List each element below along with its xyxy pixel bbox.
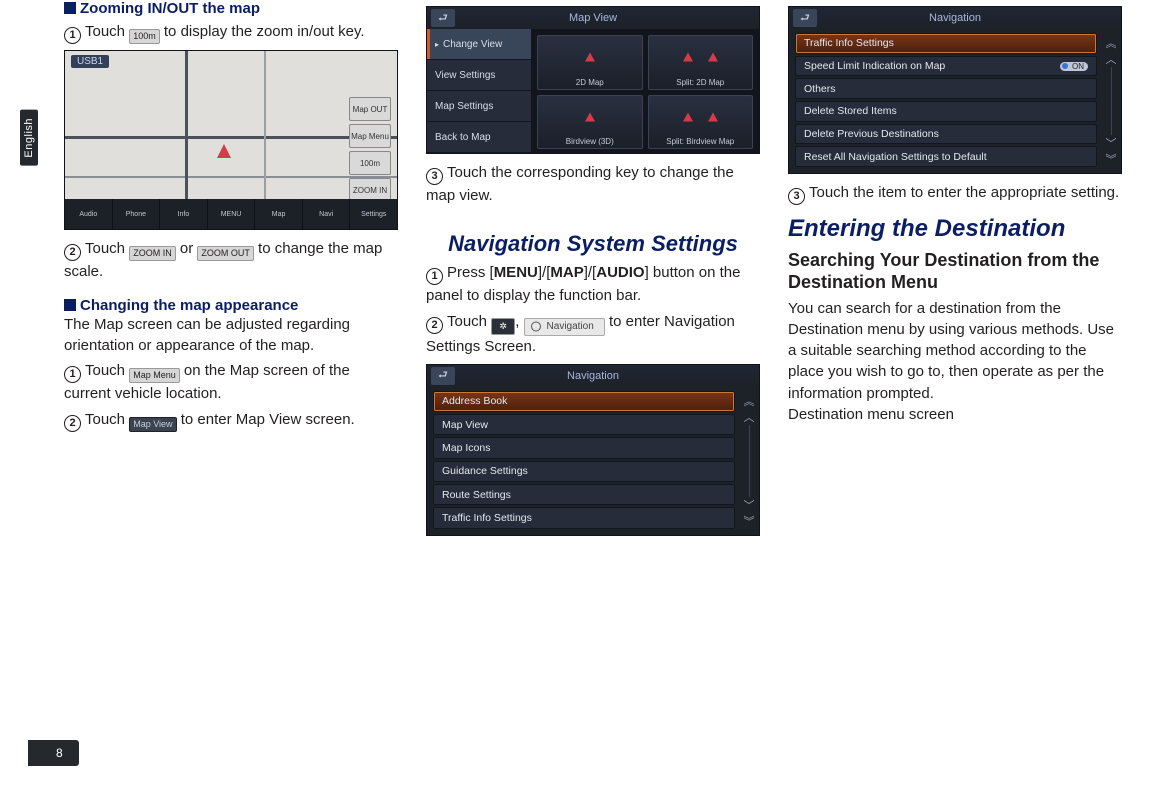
scroll-bottom-icon[interactable]: ︾ [744,513,755,529]
figure-nav-list-2: ⮐ Navigation Traffic Info Settings Speed … [788,6,1122,174]
subsection-title: Searching Your Destination from the Dest… [788,249,1122,294]
figure-map-screen: USB1 Map OUT Map Menu 100m ZOOM IN Audio… [64,50,398,230]
vehicle-marker-icon [217,144,231,158]
zoom-in-chip[interactable]: ZOOM IN [129,246,176,261]
step-c3: 3Touch the corresponding key to change t… [426,162,760,207]
item-others[interactable]: Others [795,78,1097,99]
navigation-chip[interactable]: Navigation [524,318,605,336]
map-menu-button[interactable]: Map Menu [349,124,391,148]
step-number-2-icon: 2 [64,415,81,432]
scroll-down-icon[interactable]: ﹀ [1106,135,1117,151]
screen-title: Navigation [929,12,981,24]
dest-body: You can search for a destination from th… [788,298,1122,404]
column-mid: ⮐ Map View ▸Change View View Settings Map… [426,0,760,544]
scroll-down-icon[interactable]: ﹀ [744,497,755,513]
step-number-1-icon: 1 [64,366,81,383]
scrollbar[interactable]: ︽︿ ﹀︾ [1101,29,1121,173]
scroll-top-icon[interactable]: ︽ [744,393,755,409]
screen-title: Navigation [567,370,619,382]
column-left: Zooming IN/OUT the map 1Touch 100m to di… [64,0,398,544]
item-map-view[interactable]: Map View [433,414,735,435]
map-view-chip[interactable]: Map View [129,417,176,432]
back-button[interactable]: ⮐ [431,367,455,385]
square-bullet-icon [64,2,76,14]
map-menu-chip[interactable]: Map Menu [129,368,180,383]
menu-map-settings[interactable]: Map Settings [427,91,531,122]
scroll-up-icon[interactable]: ︿ [1106,51,1117,67]
step-a2: 2Touch Map View to enter Map View screen… [64,409,398,432]
fn-info[interactable]: Info [160,199,207,229]
scroll-bottom-icon[interactable]: ︾ [1106,151,1117,167]
item-traffic-info[interactable]: Traffic Info Settings [433,507,735,528]
figure-nav-list-1: ⮐ Navigation Address Book Map View Map Ic… [426,364,760,536]
item-route-settings[interactable]: Route Settings [433,484,735,505]
step-number-2-icon: 2 [426,317,443,334]
page-number: 8 [28,740,79,766]
scroll-up-icon[interactable]: ︿ [744,409,755,425]
scale-button[interactable]: 100m [349,151,391,175]
item-speed-limit[interactable]: Speed Limit Indication on MapON [795,56,1097,77]
dest-tail: Destination menu screen [788,404,1122,425]
fn-menu[interactable]: MENU [208,199,255,229]
column-right: ⮐ Navigation Traffic Info Settings Speed … [788,0,1122,544]
item-guidance-settings[interactable]: Guidance Settings [433,461,735,482]
menu-back-to-map[interactable]: Back to Map [427,122,531,153]
back-button[interactable]: ⮐ [431,9,455,27]
item-delete-stored[interactable]: Delete Stored Items [795,101,1097,122]
step-2: 2Touch ZOOM IN or ZOOM OUT to change the… [64,238,398,283]
gear-icon[interactable]: ✲ [491,318,515,335]
language-tab: English [20,110,38,166]
fn-phone[interactable]: Phone [113,199,160,229]
step-number-2-icon: 2 [64,244,81,261]
step-r3: 3Touch the item to enter the appropriate… [788,182,1122,205]
fn-audio[interactable]: Audio [65,199,112,229]
section-title-nav-settings: Navigation System Settings [426,231,760,256]
item-traffic-info-settings[interactable]: Traffic Info Settings [795,33,1097,54]
fn-settings[interactable]: Settings [350,199,397,229]
map-out-button[interactable]: Map OUT [349,97,391,121]
screen-title: Map View [569,12,617,24]
heading-appearance: Changing the map appearance [64,297,398,314]
cell-birdview[interactable]: Birdview (3D) [537,95,643,150]
source-tag: USB1 [71,55,109,68]
square-bullet-icon [64,299,76,311]
appearance-body: The Map screen can be adjusted regarding… [64,314,398,357]
scroll-top-icon[interactable]: ︽ [1106,35,1117,51]
step-number-3-icon: 3 [788,188,805,205]
scrollbar[interactable]: ︽︿ ﹀︾ [739,387,759,535]
figure-map-view: ⮐ Map View ▸Change View View Settings Map… [426,6,760,154]
function-bar: Audio Phone Info MENU Map Navi Settings [65,199,397,229]
step-number-3-icon: 3 [426,168,443,185]
cell-split-2d[interactable]: Split: 2D Map [648,35,754,90]
fn-map[interactable]: Map [255,199,302,229]
item-reset-all[interactable]: Reset All Navigation Settings to Default [795,146,1097,167]
scale-100m-button[interactable]: 100m [129,29,160,44]
heading-zoom: Zooming IN/OUT the map [64,0,398,17]
menu-view-settings[interactable]: View Settings [427,60,531,91]
step-number-1-icon: 1 [426,268,443,285]
item-delete-prev-dest[interactable]: Delete Previous Destinations [795,124,1097,145]
toggle-on[interactable]: ON [1060,62,1088,71]
menu-change-view[interactable]: ▸Change View [427,29,531,60]
step-ns2: 2Touch ✲, Navigation to enter Navigation… [426,311,760,358]
step-ns1: 1Press [MENU]/[MAP]/[AUDIO] button on th… [426,262,760,307]
step-a1: 1Touch Map Menu on the Map screen of the… [64,360,398,405]
section-title-enter-dest: Entering the Destination [788,215,1122,243]
map-side-buttons: Map OUT Map Menu 100m ZOOM IN [349,97,391,202]
back-button[interactable]: ⮐ [793,9,817,27]
item-map-icons[interactable]: Map Icons [433,437,735,458]
zoom-out-chip[interactable]: ZOOM OUT [197,246,254,261]
cell-split-birdview[interactable]: Split: Birdview Map [648,95,754,150]
cell-2d-map[interactable]: 2D Map [537,35,643,90]
step-number-1-icon: 1 [64,27,81,44]
step-1: 1Touch 100m to display the zoom in/out k… [64,21,398,44]
item-address-book[interactable]: Address Book [433,391,735,412]
fn-navi[interactable]: Navi [303,199,350,229]
